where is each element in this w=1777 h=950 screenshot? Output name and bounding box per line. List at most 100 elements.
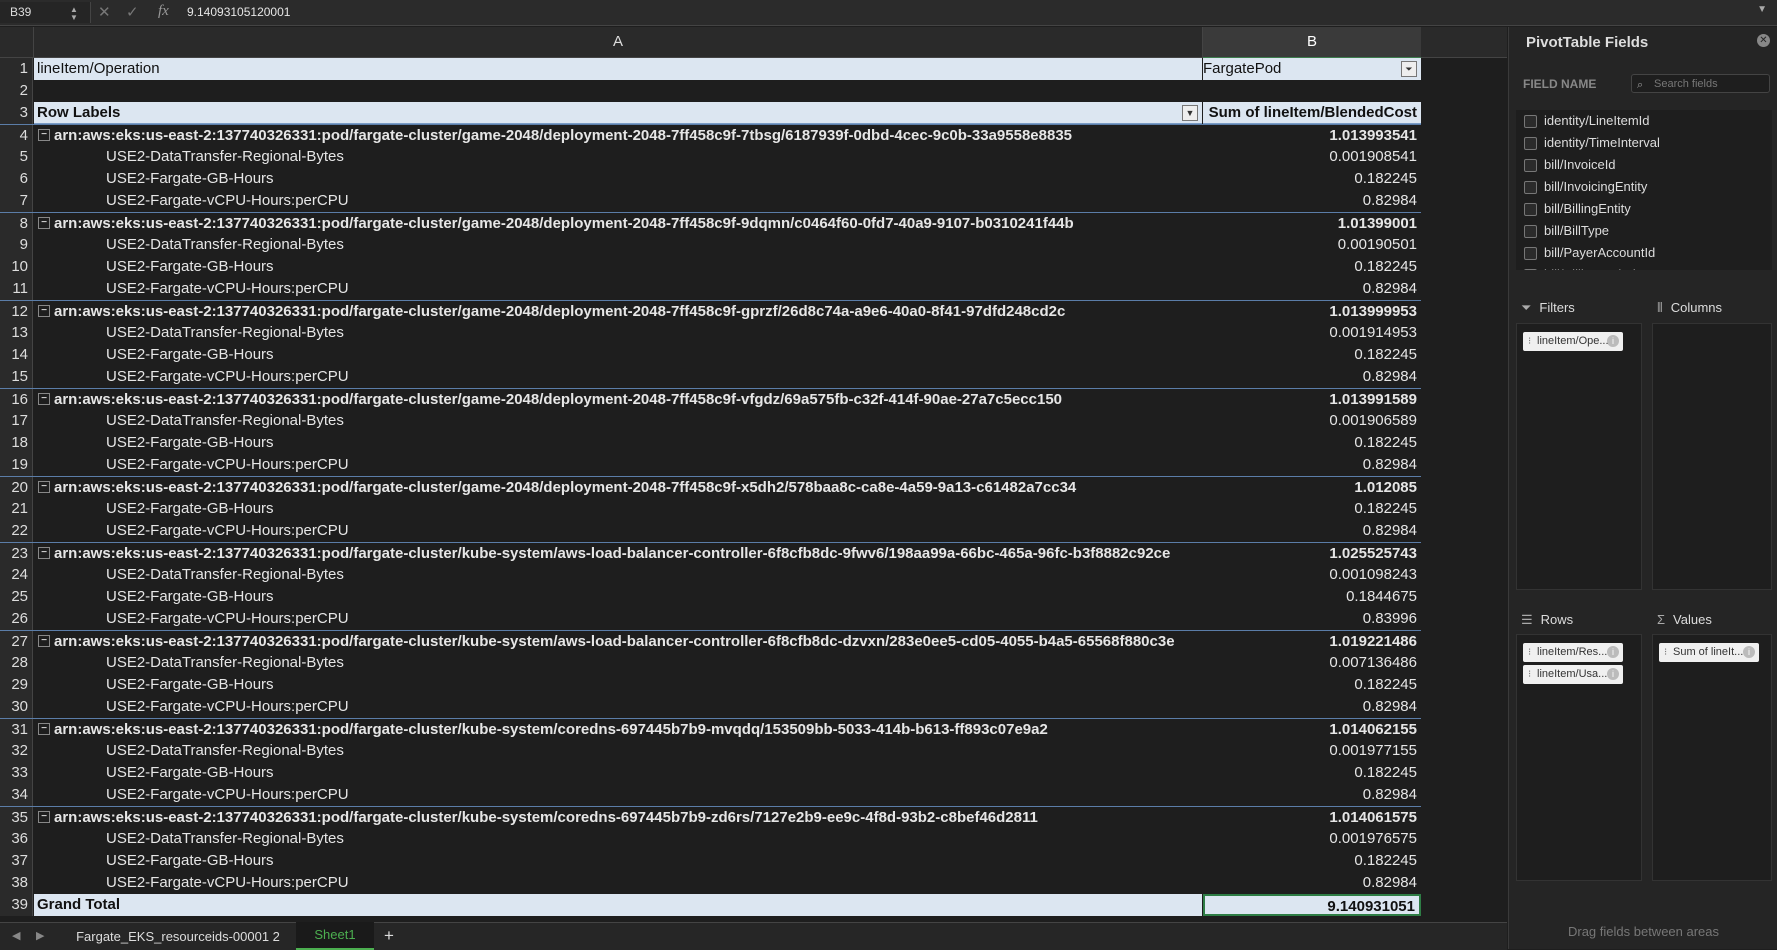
field-item[interactable]: identity/TimeInterval bbox=[1516, 132, 1772, 154]
cell-a[interactable]: USE2-Fargate-GB-Hours bbox=[34, 168, 1202, 190]
row-number[interactable]: 3 bbox=[0, 102, 33, 124]
cell-a[interactable] bbox=[34, 80, 1202, 102]
cell-b[interactable]: 0.001977155 bbox=[1203, 740, 1421, 762]
sheet-tab-fargate[interactable]: Fargate_EKS_resourceids-00001 2 bbox=[68, 923, 288, 950]
drag-handle-icon[interactable]: ⁝ bbox=[1664, 643, 1667, 662]
filter-applied-icon[interactable]: ⏷ bbox=[1401, 61, 1417, 77]
row-number[interactable]: 23 bbox=[0, 543, 33, 565]
sheet-tab-sheet1[interactable]: Sheet1 bbox=[296, 922, 374, 950]
cell-b[interactable]: 0.182245 bbox=[1203, 674, 1421, 696]
field-checkbox[interactable] bbox=[1524, 203, 1537, 216]
values-drop-area[interactable]: ⁝ Sum of lineIt... i bbox=[1652, 634, 1772, 881]
row-number[interactable]: 10 bbox=[0, 256, 33, 278]
cell-a[interactable]: USE2-DataTransfer-Regional-Bytes bbox=[34, 234, 1202, 256]
row-number[interactable]: 30 bbox=[0, 696, 33, 718]
cell-b[interactable]: 9.140931051 bbox=[1203, 894, 1421, 916]
cell-b[interactable] bbox=[1203, 80, 1421, 102]
info-icon[interactable]: i bbox=[1607, 668, 1619, 680]
cell-b[interactable]: 0.182245 bbox=[1203, 432, 1421, 454]
cell-a[interactable]: USE2-Fargate-GB-Hours bbox=[34, 850, 1202, 872]
insert-function-icon[interactable]: fx bbox=[158, 3, 169, 20]
field-item[interactable]: identity/LineItemId bbox=[1516, 110, 1772, 132]
field-item[interactable]: bill/BillType bbox=[1516, 220, 1772, 242]
cell-a[interactable]: USE2-Fargate-GB-Hours bbox=[34, 256, 1202, 278]
cell-b[interactable]: 0.182245 bbox=[1203, 498, 1421, 520]
add-sheet-button[interactable]: + bbox=[384, 926, 394, 946]
cell-b[interactable]: 0.001908541 bbox=[1203, 146, 1421, 168]
cell-b[interactable]: 1.014061575 bbox=[1203, 807, 1421, 829]
name-box[interactable]: B39 ▲ ▼ bbox=[0, 2, 91, 23]
row-number[interactable]: 26 bbox=[0, 608, 33, 630]
row-number[interactable]: 38 bbox=[0, 872, 33, 894]
pivot-field-pill[interactable]: ⁝ lineItem/Usa... i bbox=[1523, 665, 1623, 684]
cell-a[interactable]: USE2-Fargate-vCPU-Hours:perCPU bbox=[34, 454, 1202, 476]
row-number[interactable]: 9 bbox=[0, 234, 33, 256]
row-number[interactable]: 5 bbox=[0, 146, 33, 168]
row-number[interactable]: 32 bbox=[0, 740, 33, 762]
row-number[interactable]: 15 bbox=[0, 366, 33, 388]
cell-b[interactable]: 0.83996 bbox=[1203, 608, 1421, 630]
row-number[interactable]: 36 bbox=[0, 828, 33, 850]
pivot-field-pill[interactable]: ⁝ lineItem/Ope... i bbox=[1523, 332, 1623, 351]
collapse-icon[interactable]: − bbox=[38, 723, 50, 736]
cell-a[interactable]: USE2-Fargate-GB-Hours bbox=[34, 432, 1202, 454]
cell-b[interactable]: 0.001906589 bbox=[1203, 410, 1421, 432]
pivot-field-pill[interactable]: ⁝ lineItem/Res... i bbox=[1523, 643, 1623, 662]
row-number[interactable]: 7 bbox=[0, 190, 33, 212]
row-number[interactable]: 25 bbox=[0, 586, 33, 608]
cell-a[interactable]: USE2-Fargate-vCPU-Hours:perCPU bbox=[34, 608, 1202, 630]
column-header-b[interactable]: B bbox=[1203, 27, 1421, 59]
row-number[interactable]: 1 bbox=[0, 58, 33, 80]
cell-b[interactable]: 1.019221486 bbox=[1203, 631, 1421, 653]
cell-b[interactable]: 0.182245 bbox=[1203, 168, 1421, 190]
columns-drop-area[interactable] bbox=[1652, 323, 1772, 590]
cell-a[interactable]: − arn:aws:eks:us-east-2:137740326331:pod/… bbox=[34, 719, 1202, 741]
row-number[interactable]: 24 bbox=[0, 564, 33, 586]
field-list[interactable]: identity/LineItemId identity/TimeInterval… bbox=[1516, 110, 1772, 270]
cell-a[interactable]: USE2-DataTransfer-Regional-Bytes bbox=[34, 322, 1202, 344]
cell-b[interactable]: 0.82984 bbox=[1203, 278, 1421, 300]
cell-a[interactable]: USE2-Fargate-GB-Hours bbox=[34, 762, 1202, 784]
cell-a[interactable]: USE2-Fargate-vCPU-Hours:perCPU bbox=[34, 278, 1202, 300]
rows-drop-area[interactable]: ⁝ lineItem/Res... i ⁝ lineItem/Usa... i bbox=[1516, 634, 1642, 881]
cell-a[interactable]: − arn:aws:eks:us-east-2:137740326331:pod/… bbox=[34, 477, 1202, 499]
field-checkbox[interactable] bbox=[1524, 137, 1537, 150]
field-checkbox[interactable] bbox=[1524, 181, 1537, 194]
select-all-corner[interactable] bbox=[0, 27, 34, 57]
close-icon[interactable]: ✕ bbox=[1757, 34, 1770, 47]
field-item[interactable]: bill/InvoiceId bbox=[1516, 154, 1772, 176]
row-number[interactable]: 2 bbox=[0, 80, 33, 102]
cell-a[interactable]: lineItem/Operation bbox=[34, 58, 1202, 80]
cell-b[interactable]: 0.82984 bbox=[1203, 366, 1421, 388]
cell-a[interactable]: Row Labels ▼ bbox=[34, 102, 1202, 124]
row-number[interactable]: 22 bbox=[0, 520, 33, 542]
row-number[interactable]: 8 bbox=[0, 213, 33, 235]
collapse-icon[interactable]: − bbox=[38, 129, 50, 142]
collapse-icon[interactable]: − bbox=[38, 217, 50, 230]
field-item[interactable]: bill/BillingPeriodStartDate bbox=[1516, 264, 1772, 270]
cell-a[interactable]: USE2-DataTransfer-Regional-Bytes bbox=[34, 564, 1202, 586]
cell-b[interactable]: 0.82984 bbox=[1203, 696, 1421, 718]
row-number[interactable]: 18 bbox=[0, 432, 33, 454]
field-item[interactable]: bill/BillingEntity bbox=[1516, 198, 1772, 220]
cell-a[interactable]: USE2-DataTransfer-Regional-Bytes bbox=[34, 828, 1202, 850]
cell-b[interactable]: 0.82984 bbox=[1203, 454, 1421, 476]
row-number[interactable]: 16 bbox=[0, 389, 33, 411]
cell-b[interactable]: 0.007136486 bbox=[1203, 652, 1421, 674]
row-number[interactable]: 20 bbox=[0, 477, 33, 499]
cell-b[interactable]: 1.013993541 bbox=[1203, 125, 1421, 147]
row-number[interactable]: 31 bbox=[0, 719, 33, 741]
row-number[interactable]: 4 bbox=[0, 125, 33, 147]
collapse-icon[interactable]: − bbox=[38, 393, 50, 406]
cell-b[interactable]: 0.001098243 bbox=[1203, 564, 1421, 586]
row-number[interactable]: 27 bbox=[0, 631, 33, 653]
row-number[interactable]: 35 bbox=[0, 807, 33, 829]
formula-input[interactable]: 9.14093105120001 bbox=[187, 5, 290, 19]
cell-a[interactable]: USE2-Fargate-GB-Hours bbox=[34, 498, 1202, 520]
cell-b[interactable]: 0.00190501 bbox=[1203, 234, 1421, 256]
expand-formula-bar-icon[interactable]: ▼ bbox=[1757, 4, 1767, 15]
cell-a[interactable]: − arn:aws:eks:us-east-2:137740326331:pod/… bbox=[34, 301, 1202, 323]
cell-a[interactable]: USE2-Fargate-vCPU-Hours:perCPU bbox=[34, 366, 1202, 388]
cell-a[interactable]: USE2-Fargate-GB-Hours bbox=[34, 674, 1202, 696]
collapse-icon[interactable]: − bbox=[38, 481, 50, 494]
